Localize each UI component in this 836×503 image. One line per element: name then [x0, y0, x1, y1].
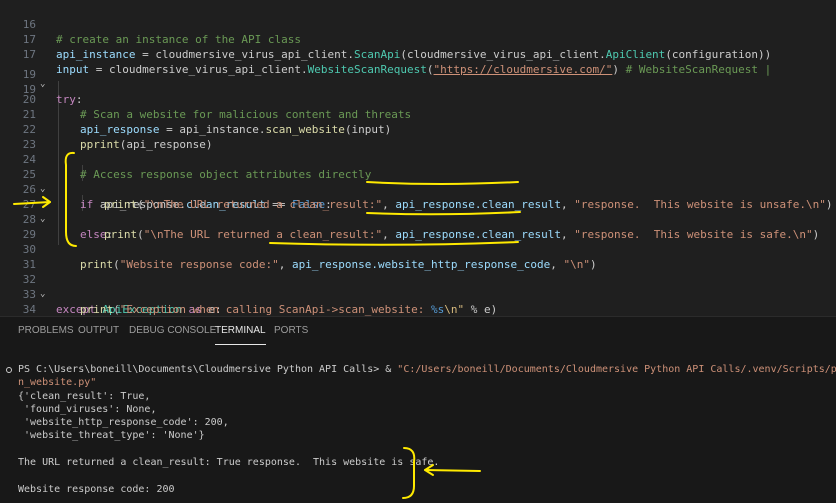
code-line: 24 # Access response object attributes d…: [0, 137, 836, 181]
terminal-prompt: PS C:\Users\boneill\Documents\Cloudmersi…: [18, 364, 836, 375]
panel-tab-bar: PROBLEMS OUTPUT DEBUG CONSOLE TERMINAL P…: [0, 316, 836, 345]
code-line: 17 api_instance = cloudmersive_virus_api…: [0, 17, 836, 61]
code-line: 26 print("\nThe URL returned a clean_res…: [0, 167, 836, 211]
code-line: 29: [0, 212, 836, 241]
terminal[interactable]: PS C:\Users\boneill\Documents\Cloudmersi…: [0, 345, 836, 503]
tab-problems[interactable]: PROBLEMS: [18, 317, 74, 345]
terminal-line: The URL returned a clean_result: True re…: [18, 457, 440, 468]
code-editor[interactable]: 16 # create an instance of the API class…: [0, 0, 836, 316]
terminal-line: {'clean_result': True,: [18, 391, 151, 402]
code-line: 27 ⌄ else:: [0, 182, 836, 241]
code-line: 31: [0, 242, 836, 271]
code-line: 21 api_response = api_instance.scan_webs…: [0, 92, 836, 136]
terminal-line: n_website.py": [18, 377, 97, 388]
code-line: 22 pprint(api_response): [0, 107, 836, 151]
code-line: 30 print("Website response code:", api_r…: [0, 227, 836, 271]
code-line: 23: [0, 122, 836, 151]
terminal-line: Website response code: 200: [18, 484, 175, 495]
code-line: 16 # create an instance of the API class: [0, 2, 836, 46]
code-line: ⌄ try:: [0, 62, 836, 106]
code-line: 20 # Scan a website for malicious conten…: [0, 77, 836, 121]
code-line: 35: [0, 302, 836, 316]
terminal-line: 'website_http_response_code': 200,: [18, 417, 229, 428]
tab-output[interactable]: OUTPUT: [78, 317, 119, 345]
terminal-line: 'found_viruses': None,: [18, 404, 157, 415]
tab-terminal[interactable]: TERMINAL: [215, 317, 266, 345]
code-line: 32 ⌄ except ApiException as e:: [0, 257, 836, 316]
terminal-line: 'website_threat_type': 'None'}: [18, 430, 205, 441]
code-line: 28 print("\nThe URL returned a clean_res…: [0, 197, 836, 241]
code-line: 25 ⌄ if api_response.clean_result == Fal…: [0, 152, 836, 211]
circle-icon: [6, 367, 12, 373]
code-line: 34: [0, 287, 836, 316]
code-line: 33 print("Exception when calling ScanApi…: [0, 272, 836, 316]
tab-debug-console[interactable]: DEBUG CONSOLE: [129, 317, 216, 345]
code-line: 17 input = cloudmersive_virus_api_client…: [0, 32, 836, 76]
tab-ports[interactable]: PORTS: [274, 317, 308, 345]
